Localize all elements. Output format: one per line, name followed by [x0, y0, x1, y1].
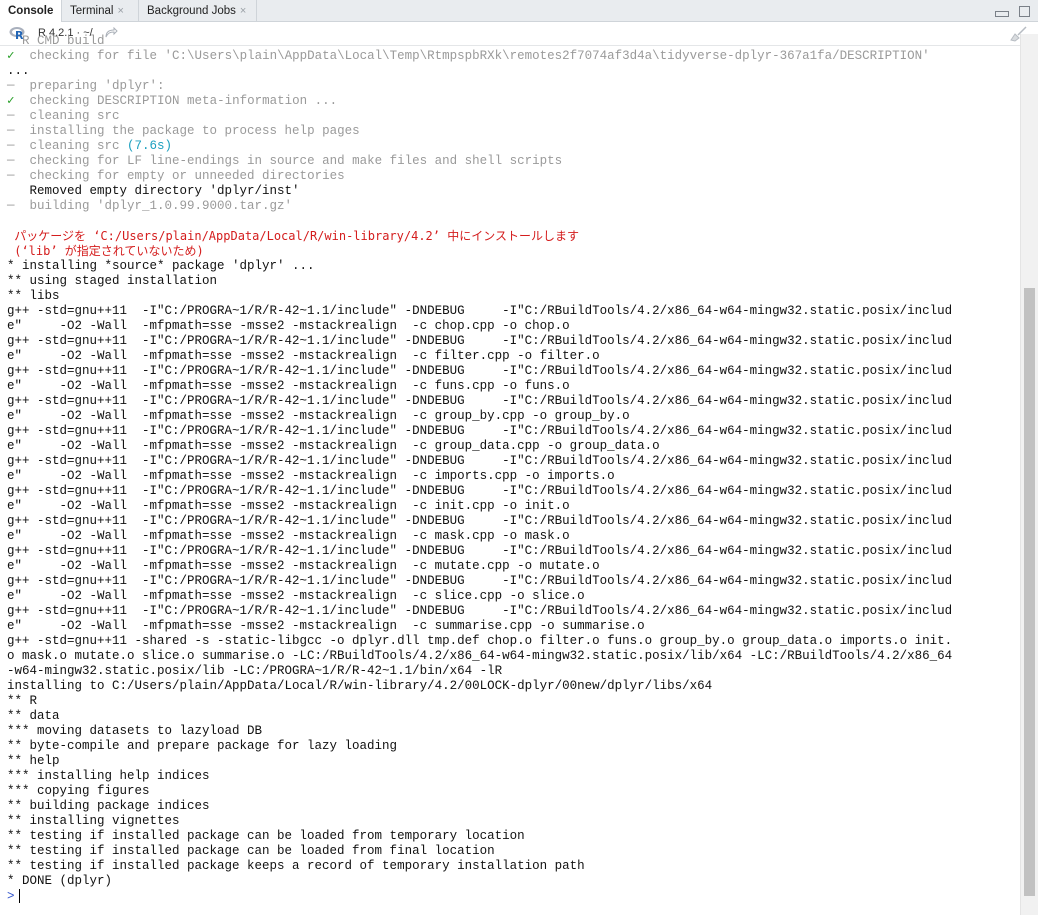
console-message: (‘lib’ が指定されていないため)	[7, 244, 204, 258]
check-icon: ✓	[7, 94, 15, 108]
console-line: ** testing if installed package can be l…	[7, 829, 525, 843]
dash-icon: ─	[7, 199, 15, 213]
scrollbar-thumb[interactable]	[1024, 288, 1035, 896]
console-line: * installing *source* package 'dplyr' ..…	[7, 259, 315, 273]
console-line: g++ -std=gnu++11 -shared -s -static-libg…	[7, 634, 953, 648]
console-line: ✓ checking DESCRIPTION meta-information …	[7, 94, 338, 108]
tab-background-jobs-label: Background Jobs	[147, 5, 236, 17]
dash-icon: ─	[7, 124, 15, 138]
console-line: ─ preparing 'dplyr':	[7, 79, 165, 93]
console-line: g++ -std=gnu++11 -I"C:/PROGRA~1/R/R-42~1…	[7, 394, 953, 408]
console-line: ✓ checking for file 'C:\Users\plain\AppD…	[7, 49, 930, 63]
close-icon[interactable]: ×	[240, 5, 246, 17]
console-line: e" -O2 -Wall -mfpmath=sse -msse2 -mstack…	[7, 439, 660, 453]
console-line: ** data	[7, 709, 60, 723]
pane-tab-bar: Console Terminal × Background Jobs ×	[0, 0, 1038, 23]
dash-icon: ─	[7, 154, 15, 168]
console-line: ─ cleaning src (7.6s)	[7, 139, 173, 153]
console-line: g++ -std=gnu++11 -I"C:/PROGRA~1/R/R-42~1…	[7, 334, 953, 348]
console-line: ─ checking for LF line-endings in source…	[7, 154, 563, 168]
minimize-icon[interactable]	[994, 11, 1009, 17]
console-line: e" -O2 -Wall -mfpmath=sse -msse2 -mstack…	[7, 529, 570, 543]
console-line: g++ -std=gnu++11 -I"C:/PROGRA~1/R/R-42~1…	[7, 304, 953, 318]
console-line: ─ cleaning src	[7, 109, 120, 123]
console-line: ** testing if installed package keeps a …	[7, 859, 585, 873]
console-line: e" -O2 -Wall -mfpmath=sse -msse2 -mstack…	[7, 379, 570, 393]
dash-icon: ─	[7, 109, 15, 123]
console-line: g++ -std=gnu++11 -I"C:/PROGRA~1/R/R-42~1…	[7, 544, 953, 558]
console-line: *** copying figures	[7, 784, 150, 798]
window-controls	[989, 4, 1030, 18]
dash-icon: ─	[7, 169, 15, 183]
console-line: ** testing if installed package can be l…	[7, 844, 495, 858]
console-line: * DONE (dplyr)	[7, 874, 113, 888]
console-input[interactable]: >	[7, 889, 20, 904]
console-line: ** R	[7, 694, 38, 708]
maximize-icon[interactable]	[1019, 6, 1030, 17]
console-line: o mask.o mutate.o slice.o summarise.o -L…	[7, 649, 953, 663]
console-line: g++ -std=gnu++11 -I"C:/PROGRA~1/R/R-42~1…	[7, 484, 953, 498]
check-icon: ✓	[7, 49, 15, 63]
console-line: R CMD build	[7, 34, 105, 48]
console-line: e" -O2 -Wall -mfpmath=sse -msse2 -mstack…	[7, 619, 645, 633]
console-line: e" -O2 -Wall -mfpmath=sse -msse2 -mstack…	[7, 409, 630, 423]
console-line: ...	[7, 64, 30, 78]
console-line: *** installing help indices	[7, 769, 210, 783]
console-line: ─ checking for empty or unneeded directo…	[7, 169, 345, 183]
console-line: -w64-mingw32.static.posix/lib -LC:/PROGR…	[7, 664, 503, 678]
console-message: パッケージを ‘C:/Users/plain/AppData/Local/R/w…	[7, 229, 579, 243]
console-line: ** byte-compile and prepare package for …	[7, 739, 398, 753]
timing-text: (7.6s)	[127, 139, 173, 153]
console-line: e" -O2 -Wall -mfpmath=sse -msse2 -mstack…	[7, 589, 585, 603]
dash-icon: ─	[7, 79, 15, 93]
console-line: e" -O2 -Wall -mfpmath=sse -msse2 -mstack…	[7, 499, 570, 513]
tab-terminal[interactable]: Terminal ×	[62, 0, 139, 22]
console-output[interactable]: R CMD build ✓ checking for file 'C:\User…	[0, 34, 1020, 912]
console-line: e" -O2 -Wall -mfpmath=sse -msse2 -mstack…	[7, 319, 570, 333]
console-line: ─ building 'dplyr_1.0.99.9000.tar.gz'	[7, 199, 293, 213]
console-line: g++ -std=gnu++11 -I"C:/PROGRA~1/R/R-42~1…	[7, 574, 953, 588]
console-line: installing to C:/Users/plain/AppData/Loc…	[7, 679, 713, 693]
console-line: Removed empty directory 'dplyr/inst'	[7, 184, 300, 198]
console-line: e" -O2 -Wall -mfpmath=sse -msse2 -mstack…	[7, 349, 600, 363]
console-line: e" -O2 -Wall -mfpmath=sse -msse2 -mstack…	[7, 469, 615, 483]
tab-terminal-label: Terminal	[70, 5, 114, 17]
console-line: ─ installing the package to process help…	[7, 124, 360, 138]
console-line: ** libs	[7, 289, 60, 303]
tab-console[interactable]: Console	[0, 0, 62, 23]
console-line: *** moving datasets to lazyload DB	[7, 724, 263, 738]
console-line: g++ -std=gnu++11 -I"C:/PROGRA~1/R/R-42~1…	[7, 604, 953, 618]
console-line: ** building package indices	[7, 799, 210, 813]
console-line: e" -O2 -Wall -mfpmath=sse -msse2 -mstack…	[7, 559, 600, 573]
tab-background-jobs[interactable]: Background Jobs ×	[139, 0, 257, 22]
dash-icon: ─	[7, 139, 15, 153]
console-line: ** using staged installation	[7, 274, 218, 288]
console-line: g++ -std=gnu++11 -I"C:/PROGRA~1/R/R-42~1…	[7, 454, 953, 468]
prompt-symbol: >	[7, 889, 15, 904]
text-cursor	[18, 889, 20, 903]
close-icon[interactable]: ×	[117, 5, 123, 17]
console-line: ** installing vignettes	[7, 814, 180, 828]
console-line: g++ -std=gnu++11 -I"C:/PROGRA~1/R/R-42~1…	[7, 364, 953, 378]
console-line: g++ -std=gnu++11 -I"C:/PROGRA~1/R/R-42~1…	[7, 514, 953, 528]
vertical-scrollbar[interactable]	[1020, 34, 1038, 915]
tab-console-label: Console	[8, 5, 54, 17]
console-line: g++ -std=gnu++11 -I"C:/PROGRA~1/R/R-42~1…	[7, 424, 953, 438]
console-line: ** help	[7, 754, 60, 768]
